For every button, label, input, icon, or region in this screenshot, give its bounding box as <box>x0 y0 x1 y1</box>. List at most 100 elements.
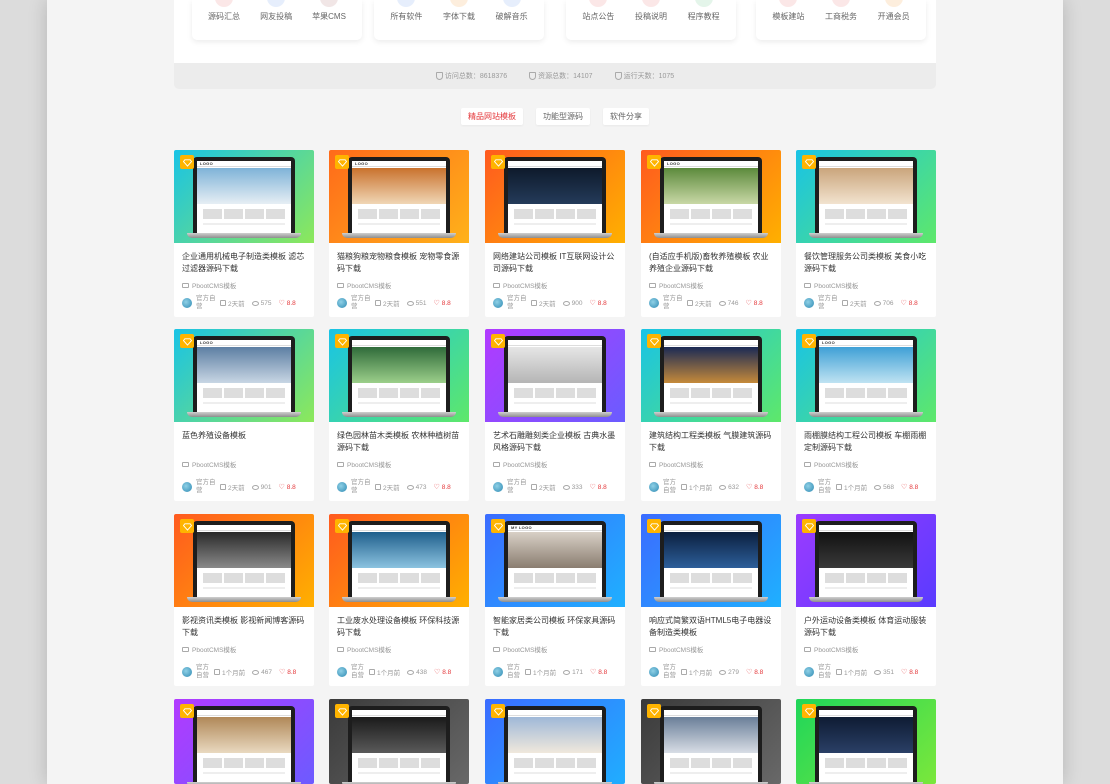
site-logo: MY LOGO <box>511 525 532 530</box>
heart-icon: ♡ <box>589 300 596 307</box>
card-category[interactable]: PbootCMS模板 <box>796 459 936 469</box>
card-thumbnail[interactable] <box>485 699 625 784</box>
card-title[interactable]: 智能家居类公司模板 环保家具源码下载 <box>485 607 625 640</box>
card-thumbnail[interactable]: LOGO <box>641 150 781 243</box>
diamond-icon <box>335 155 349 169</box>
nav-link[interactable]: 站点公告 <box>582 0 614 22</box>
card-thumbnail[interactable] <box>641 514 781 607</box>
card-category[interactable]: PbootCMS模板 <box>174 459 314 469</box>
card-thumbnail[interactable] <box>796 699 936 784</box>
card-category[interactable]: PbootCMS模板 <box>796 280 936 290</box>
template-card[interactable]: 艺术石雕雕刻类企业模板 古典水墨风格源码下载 PbootCMS模板 官方自营 2天前 3… <box>485 329 625 501</box>
card-thumbnail[interactable] <box>329 329 469 422</box>
card-title[interactable]: 响应式简繁双语HTML5电子电器设备制造类模板 <box>641 607 781 640</box>
template-card[interactable]: 户外运动设备类模板 体育运动服装源码下载 PbootCMS模板 官方自营 1个月前 35… <box>796 514 936 686</box>
card-title[interactable]: 蓝色养殖设备模板 <box>174 422 314 455</box>
template-card[interactable]: LOGO 猫粮狗粮宠物粮食模板 宠物零食源码下载 PbootCMS模板 官方自营 2天前… <box>329 150 469 317</box>
template-card[interactable]: LOGO 企业通用机械电子制造类模板 滤芯过滤器源码下载 PbootCMS模板 官方自… <box>174 150 314 317</box>
template-card[interactable]: 网络建站公司模板 IT互联网设计公司源码下载 PbootCMS模板 官方自营 2天前 9… <box>485 150 625 317</box>
card-thumbnail[interactable] <box>485 150 625 243</box>
card-thumbnail[interactable] <box>796 514 936 607</box>
template-card[interactable]: 绿色园林苗木类模板 农林种植树苗源码下载 PbootCMS模板 官方自营 2天前 473… <box>329 329 469 501</box>
card-title[interactable]: 建筑结构工程类模板 气膜建筑源码下载 <box>641 422 781 455</box>
nav-link[interactable]: 苹果CMS <box>312 0 346 22</box>
nav-link[interactable]: 源码汇总 <box>208 0 240 22</box>
template-card[interactable]: 工业废水处理设备模板 环保科技源码下载 PbootCMS模板 官方自营 1个月前 438… <box>329 514 469 686</box>
card-category[interactable]: PbootCMS模板 <box>641 644 781 654</box>
calendar-icon <box>842 300 848 306</box>
card-title[interactable]: 餐饮管理服务公司类模板 美食小吃源码下载 <box>796 243 936 276</box>
nav-link[interactable]: 工商税务 <box>825 0 857 22</box>
author-name: 官方自营 <box>818 295 838 310</box>
nav-link[interactable]: 程序教程 <box>688 0 720 22</box>
card-title[interactable]: 猫粮狗粮宠物粮食模板 宠物零食源码下载 <box>329 243 469 276</box>
avatar <box>493 482 503 492</box>
card-title[interactable]: 企业通用机械电子制造类模板 滤芯过滤器源码下载 <box>174 243 314 276</box>
card-thumbnail[interactable]: MY LOGO <box>485 514 625 607</box>
card-thumbnail[interactable] <box>329 514 469 607</box>
card-category[interactable]: PbootCMS模板 <box>485 644 625 654</box>
card-title[interactable]: (自适应手机版)畜牧养殖模板 农业养殖企业源码下载 <box>641 243 781 276</box>
tab-3[interactable]: 软件分享 <box>603 108 649 125</box>
diamond-icon <box>647 519 661 533</box>
site-block <box>203 573 222 583</box>
template-card[interactable]: 建筑结构工程类模板 气膜建筑源码下载 PbootCMS模板 官方自营 1个月前 632 ♡… <box>641 329 781 501</box>
card-thumbnail[interactable] <box>641 699 781 784</box>
tab-2[interactable]: 功能型源码 <box>536 108 590 125</box>
card-category[interactable]: PbootCMS模板 <box>485 280 625 290</box>
card-thumbnail[interactable] <box>329 699 469 784</box>
card-title[interactable]: 雨棚膜结构工程公司模板 车棚雨棚定制源码下载 <box>796 422 936 455</box>
card-category[interactable]: PbootCMS模板 <box>174 280 314 290</box>
card-title[interactable]: 绿色园林苗木类模板 农林种植树苗源码下载 <box>329 422 469 455</box>
template-card[interactable]: MY LOGO 智能家居类公司模板 环保家具源码下载 PbootCMS模板 官方自营 1… <box>485 514 625 686</box>
card-thumbnail[interactable] <box>485 329 625 422</box>
card-thumbnail[interactable] <box>174 699 314 784</box>
card-category[interactable]: PbootCMS模板 <box>174 644 314 654</box>
card-category[interactable]: PbootCMS模板 <box>641 280 781 290</box>
category-label: PbootCMS模板 <box>347 462 392 469</box>
card-title[interactable]: 影视资讯类模板 影视新闻博客源码下载 <box>174 607 314 640</box>
card-category[interactable]: PbootCMS模板 <box>796 644 936 654</box>
template-card[interactable] <box>329 699 469 784</box>
card-category[interactable]: PbootCMS模板 <box>641 459 781 469</box>
site-banner <box>508 347 602 383</box>
nav-link[interactable]: 投稿说明 <box>635 0 667 22</box>
template-card[interactable]: LOGO 雨棚膜结构工程公司模板 车棚雨棚定制源码下载 PbootCMS模板 官方自营… <box>796 329 936 501</box>
card-thumbnail[interactable] <box>796 150 936 243</box>
nav-link[interactable]: 字体下载 <box>443 0 475 22</box>
card-thumbnail[interactable]: LOGO <box>174 150 314 243</box>
site-header <box>819 710 913 716</box>
card-thumbnail[interactable]: LOGO <box>329 150 469 243</box>
card-title[interactable]: 工业废水处理设备模板 环保科技源码下载 <box>329 607 469 640</box>
tab-1[interactable]: 精品网站模板 <box>461 108 523 125</box>
card-thumbnail[interactable] <box>174 514 314 607</box>
card-thumbnail[interactable]: LOGO <box>796 329 936 422</box>
card-category[interactable]: PbootCMS模板 <box>329 644 469 654</box>
nav-link[interactable]: 网友投稿 <box>260 0 292 22</box>
time-label: 2天前 <box>850 301 867 308</box>
template-card[interactable]: LOGO 蓝色养殖设备模板 PbootCMS模板 官方自营 2天前 901 ♡ 8.8 <box>174 329 314 501</box>
score-label: 8.8 <box>598 668 608 676</box>
card-category[interactable]: PbootCMS模板 <box>329 280 469 290</box>
card-title[interactable]: 艺术石雕雕刻类企业模板 古典水墨风格源码下载 <box>485 422 625 455</box>
card-category[interactable]: PbootCMS模板 <box>485 459 625 469</box>
template-card[interactable]: 影视资讯类模板 影视新闻博客源码下载 PbootCMS模板 官方自营 1个月前 467 ♡… <box>174 514 314 686</box>
nav-link[interactable]: 所有软件 <box>390 0 422 22</box>
template-card[interactable] <box>485 699 625 784</box>
card-category[interactable]: PbootCMS模板 <box>329 459 469 469</box>
template-card[interactable]: 餐饮管理服务公司类模板 美食小吃源码下载 PbootCMS模板 官方自营 2天前 706… <box>796 150 936 317</box>
eye-icon <box>719 484 727 490</box>
nav-link[interactable]: 开通会员 <box>878 0 910 22</box>
template-card[interactable] <box>174 699 314 784</box>
template-card[interactable]: LOGO (自适应手机版)畜牧养殖模板 农业养殖企业源码下载 PbootCMS模板官… <box>641 150 781 317</box>
template-card[interactable]: 响应式简繁双语HTML5电子电器设备制造类模板 PbootCMS模板 官方自营 1个月… <box>641 514 781 686</box>
card-thumbnail[interactable]: LOGO <box>174 329 314 422</box>
template-card[interactable] <box>641 699 781 784</box>
nav-link[interactable]: 破解音乐 <box>496 0 528 22</box>
card-title[interactable]: 网络建站公司模板 IT互联网设计公司源码下载 <box>485 243 625 276</box>
card-title[interactable]: 户外运动设备类模板 体育运动服装源码下载 <box>796 607 936 640</box>
nav-link[interactable]: 模板建站 <box>772 0 804 22</box>
site-header: LOGO <box>197 161 291 167</box>
card-thumbnail[interactable] <box>641 329 781 422</box>
template-card[interactable] <box>796 699 936 784</box>
